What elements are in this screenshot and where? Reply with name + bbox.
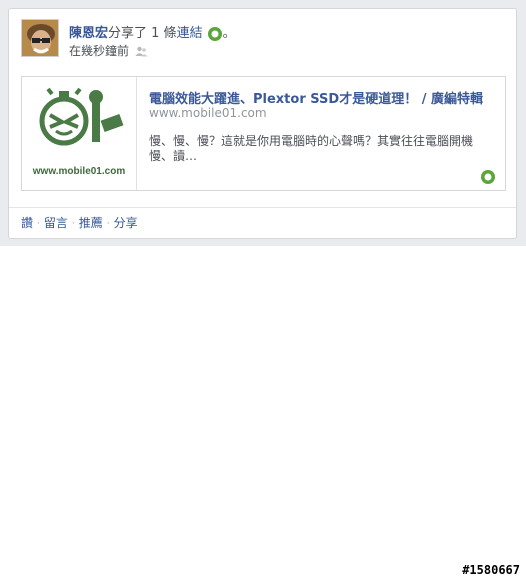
green-circle-icon bbox=[207, 26, 223, 42]
action-text: 分享了 1 條 bbox=[108, 26, 177, 41]
link-preview[interactable]: www.mobile01.com 電腦效能大躍進、Plextor SSD才是硬道… bbox=[21, 76, 506, 191]
post-actions: 讚 · 留言 · 推薦 · 分享 bbox=[21, 215, 138, 232]
link-word[interactable]: 連結 bbox=[177, 26, 203, 41]
post-header: 陳恩宏分享了 1 條連結 。 bbox=[69, 25, 236, 43]
link-domain: www.mobile01.com bbox=[149, 106, 267, 120]
friends-audience-icon[interactable] bbox=[135, 45, 148, 58]
period: 。 bbox=[222, 26, 236, 41]
link-thumbnail[interactable]: www.mobile01.com bbox=[22, 77, 137, 190]
comment-link[interactable]: 留言 bbox=[44, 216, 68, 230]
link-description: 慢、慢、慢？這就是你用電腦時的心聲嗎？其實往往電腦開機慢、讀… bbox=[149, 134, 474, 163]
separator: · bbox=[37, 218, 40, 229]
separator: · bbox=[106, 218, 110, 229]
timestamp[interactable]: 在幾秒鐘前 bbox=[69, 44, 129, 58]
avatar[interactable] bbox=[21, 19, 59, 57]
thumbnail-domain-text: www.mobile01.com bbox=[32, 166, 126, 177]
separator: · bbox=[71, 218, 75, 229]
link-title[interactable]: 電腦效能大躍進、Plextor SSD才是硬道理！ / 廣編特輯 bbox=[149, 88, 499, 107]
recommend-link[interactable]: 推薦 bbox=[79, 216, 103, 230]
post-card: 陳恩宏分享了 1 條連結。 在幾秒鐘前 www.mobile01.com 電腦效… bbox=[8, 8, 517, 239]
post-timestamp-row: 在幾秒鐘前 bbox=[69, 43, 148, 59]
share-link[interactable]: 分享 bbox=[114, 216, 138, 230]
green-circle-icon bbox=[480, 169, 496, 185]
like-link[interactable]: 讚 bbox=[21, 216, 33, 230]
watermark: #1580667 bbox=[462, 563, 520, 577]
actions-divider bbox=[9, 207, 516, 208]
user-name-link[interactable]: 陳恩宏 bbox=[69, 26, 108, 41]
mobile01-logo-icon bbox=[39, 87, 124, 146]
